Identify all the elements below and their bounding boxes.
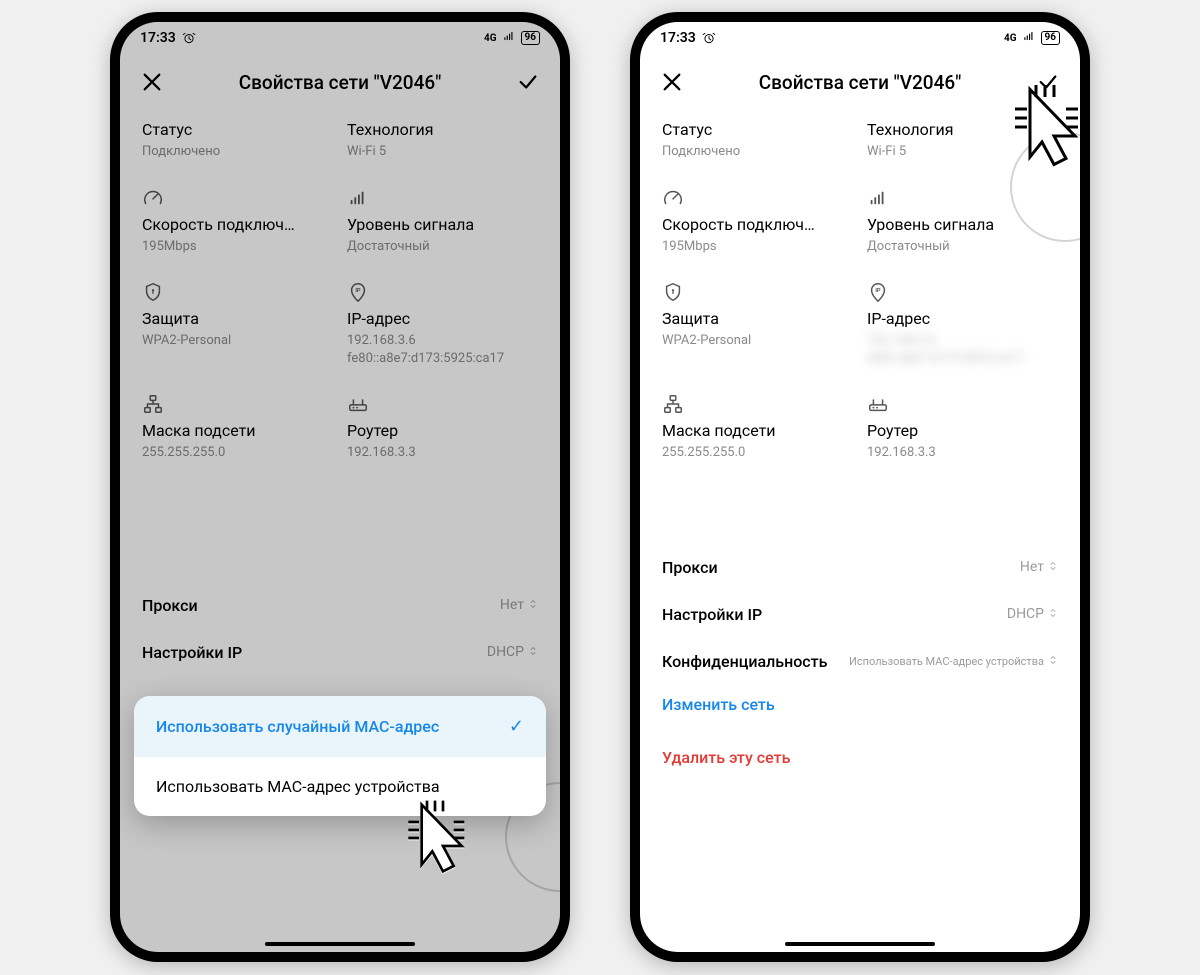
ip-pin-icon	[347, 281, 369, 303]
battery-indicator: 96	[1041, 31, 1060, 45]
field-status: Статус Подключено	[142, 114, 333, 161]
ip-pin-icon	[867, 281, 889, 303]
alarm-icon	[182, 31, 196, 45]
field-subnet: Маска подсети 255.255.255.0	[142, 393, 333, 462]
check-icon: ✓	[509, 716, 524, 737]
field-ip: IP-адрес 192.168.3.6 fe80::a8e7:d173:592…	[867, 281, 1058, 367]
page-title: Свойства сети "V2046"	[239, 71, 442, 94]
signal-icon	[502, 29, 516, 47]
field-status: Статус Подключено	[662, 114, 853, 161]
chevron-updown-icon	[1048, 560, 1058, 575]
field-speed: Скорость подключ… 195Mbps	[142, 187, 333, 256]
status-time: 17:33	[140, 30, 176, 46]
chevron-updown-icon	[528, 645, 538, 660]
phone-mockup-right: 17:33 4G 96 Свойства сети "V2046" Статус…	[630, 12, 1090, 962]
chevron-updown-icon	[1048, 607, 1058, 622]
battery-indicator: 96	[521, 31, 540, 45]
row-ip-settings[interactable]: Настройки IP DHCP	[142, 629, 538, 676]
edit-network-button[interactable]: Изменить сеть	[662, 685, 1058, 724]
speedometer-icon	[662, 187, 684, 209]
shield-icon	[142, 281, 164, 303]
alarm-icon	[702, 31, 716, 45]
option-random-mac[interactable]: Использовать случайный MAC-адрес ✓	[134, 696, 546, 757]
mac-address-popup: Использовать случайный MAC-адрес ✓ Испол…	[134, 696, 546, 816]
status-time: 17:33	[660, 30, 696, 46]
confirm-button[interactable]	[514, 68, 542, 96]
row-ip-settings[interactable]: Настройки IP DHCP	[662, 591, 1058, 638]
status-bar: 17:33 4G 96	[640, 22, 1080, 54]
confirm-button[interactable]	[1034, 68, 1062, 96]
close-button[interactable]	[658, 68, 686, 96]
field-signal: Уровень сигнала Достаточный	[347, 187, 538, 256]
field-router: Роутер 192.168.3.3	[347, 393, 538, 462]
home-indicator[interactable]	[120, 942, 560, 946]
screen-left: 17:33 4G 96 Свойства сети "V2046" Статус…	[120, 22, 560, 952]
home-indicator[interactable]	[640, 942, 1080, 946]
page-title: Свойства сети "V2046"	[759, 71, 962, 94]
row-proxy[interactable]: Прокси Нет	[662, 544, 1058, 591]
field-ip: IP-адрес 192.168.3.6 fe80::a8e7:d173:592…	[347, 281, 538, 367]
field-security: Защита WPA2-Personal	[662, 281, 853, 367]
field-subnet: Маска подсети 255.255.255.0	[662, 393, 853, 462]
network-icon	[142, 393, 164, 415]
field-speed: Скорость подключ… 195Mbps	[662, 187, 853, 256]
router-icon	[867, 393, 889, 415]
network-type: 4G	[484, 33, 497, 44]
phone-mockup-left: 17:33 4G 96 Свойства сети "V2046" Статус…	[110, 12, 570, 962]
signal-icon	[1022, 29, 1036, 47]
network-type: 4G	[1004, 33, 1017, 44]
status-bar: 17:33 4G 96	[120, 22, 560, 54]
shield-icon	[662, 281, 684, 303]
close-button[interactable]	[138, 68, 166, 96]
header: Свойства сети "V2046"	[120, 54, 560, 114]
signal-bars-icon	[867, 187, 889, 209]
network-icon	[662, 393, 684, 415]
delete-network-button[interactable]: Удалить эту сеть	[662, 738, 1058, 777]
field-security: Защита WPA2-Personal	[142, 281, 333, 367]
field-router: Роутер 192.168.3.3	[867, 393, 1058, 462]
network-details: Статус Подключено Технология Wi-Fi 5 Ско…	[640, 114, 1080, 777]
router-icon	[347, 393, 369, 415]
speedometer-icon	[142, 187, 164, 209]
chevron-updown-icon	[1048, 654, 1058, 669]
screen-right: 17:33 4G 96 Свойства сети "V2046" Статус…	[640, 22, 1080, 952]
row-proxy[interactable]: Прокси Нет	[142, 582, 538, 629]
row-privacy[interactable]: Конфиденциальность Использовать MAC-адре…	[662, 638, 1058, 685]
header: Свойства сети "V2046"	[640, 54, 1080, 114]
signal-bars-icon	[347, 187, 369, 209]
field-technology: Технология Wi-Fi 5	[347, 114, 538, 161]
option-device-mac[interactable]: Использовать MAC-адрес устройства	[134, 757, 546, 816]
chevron-updown-icon	[528, 598, 538, 613]
